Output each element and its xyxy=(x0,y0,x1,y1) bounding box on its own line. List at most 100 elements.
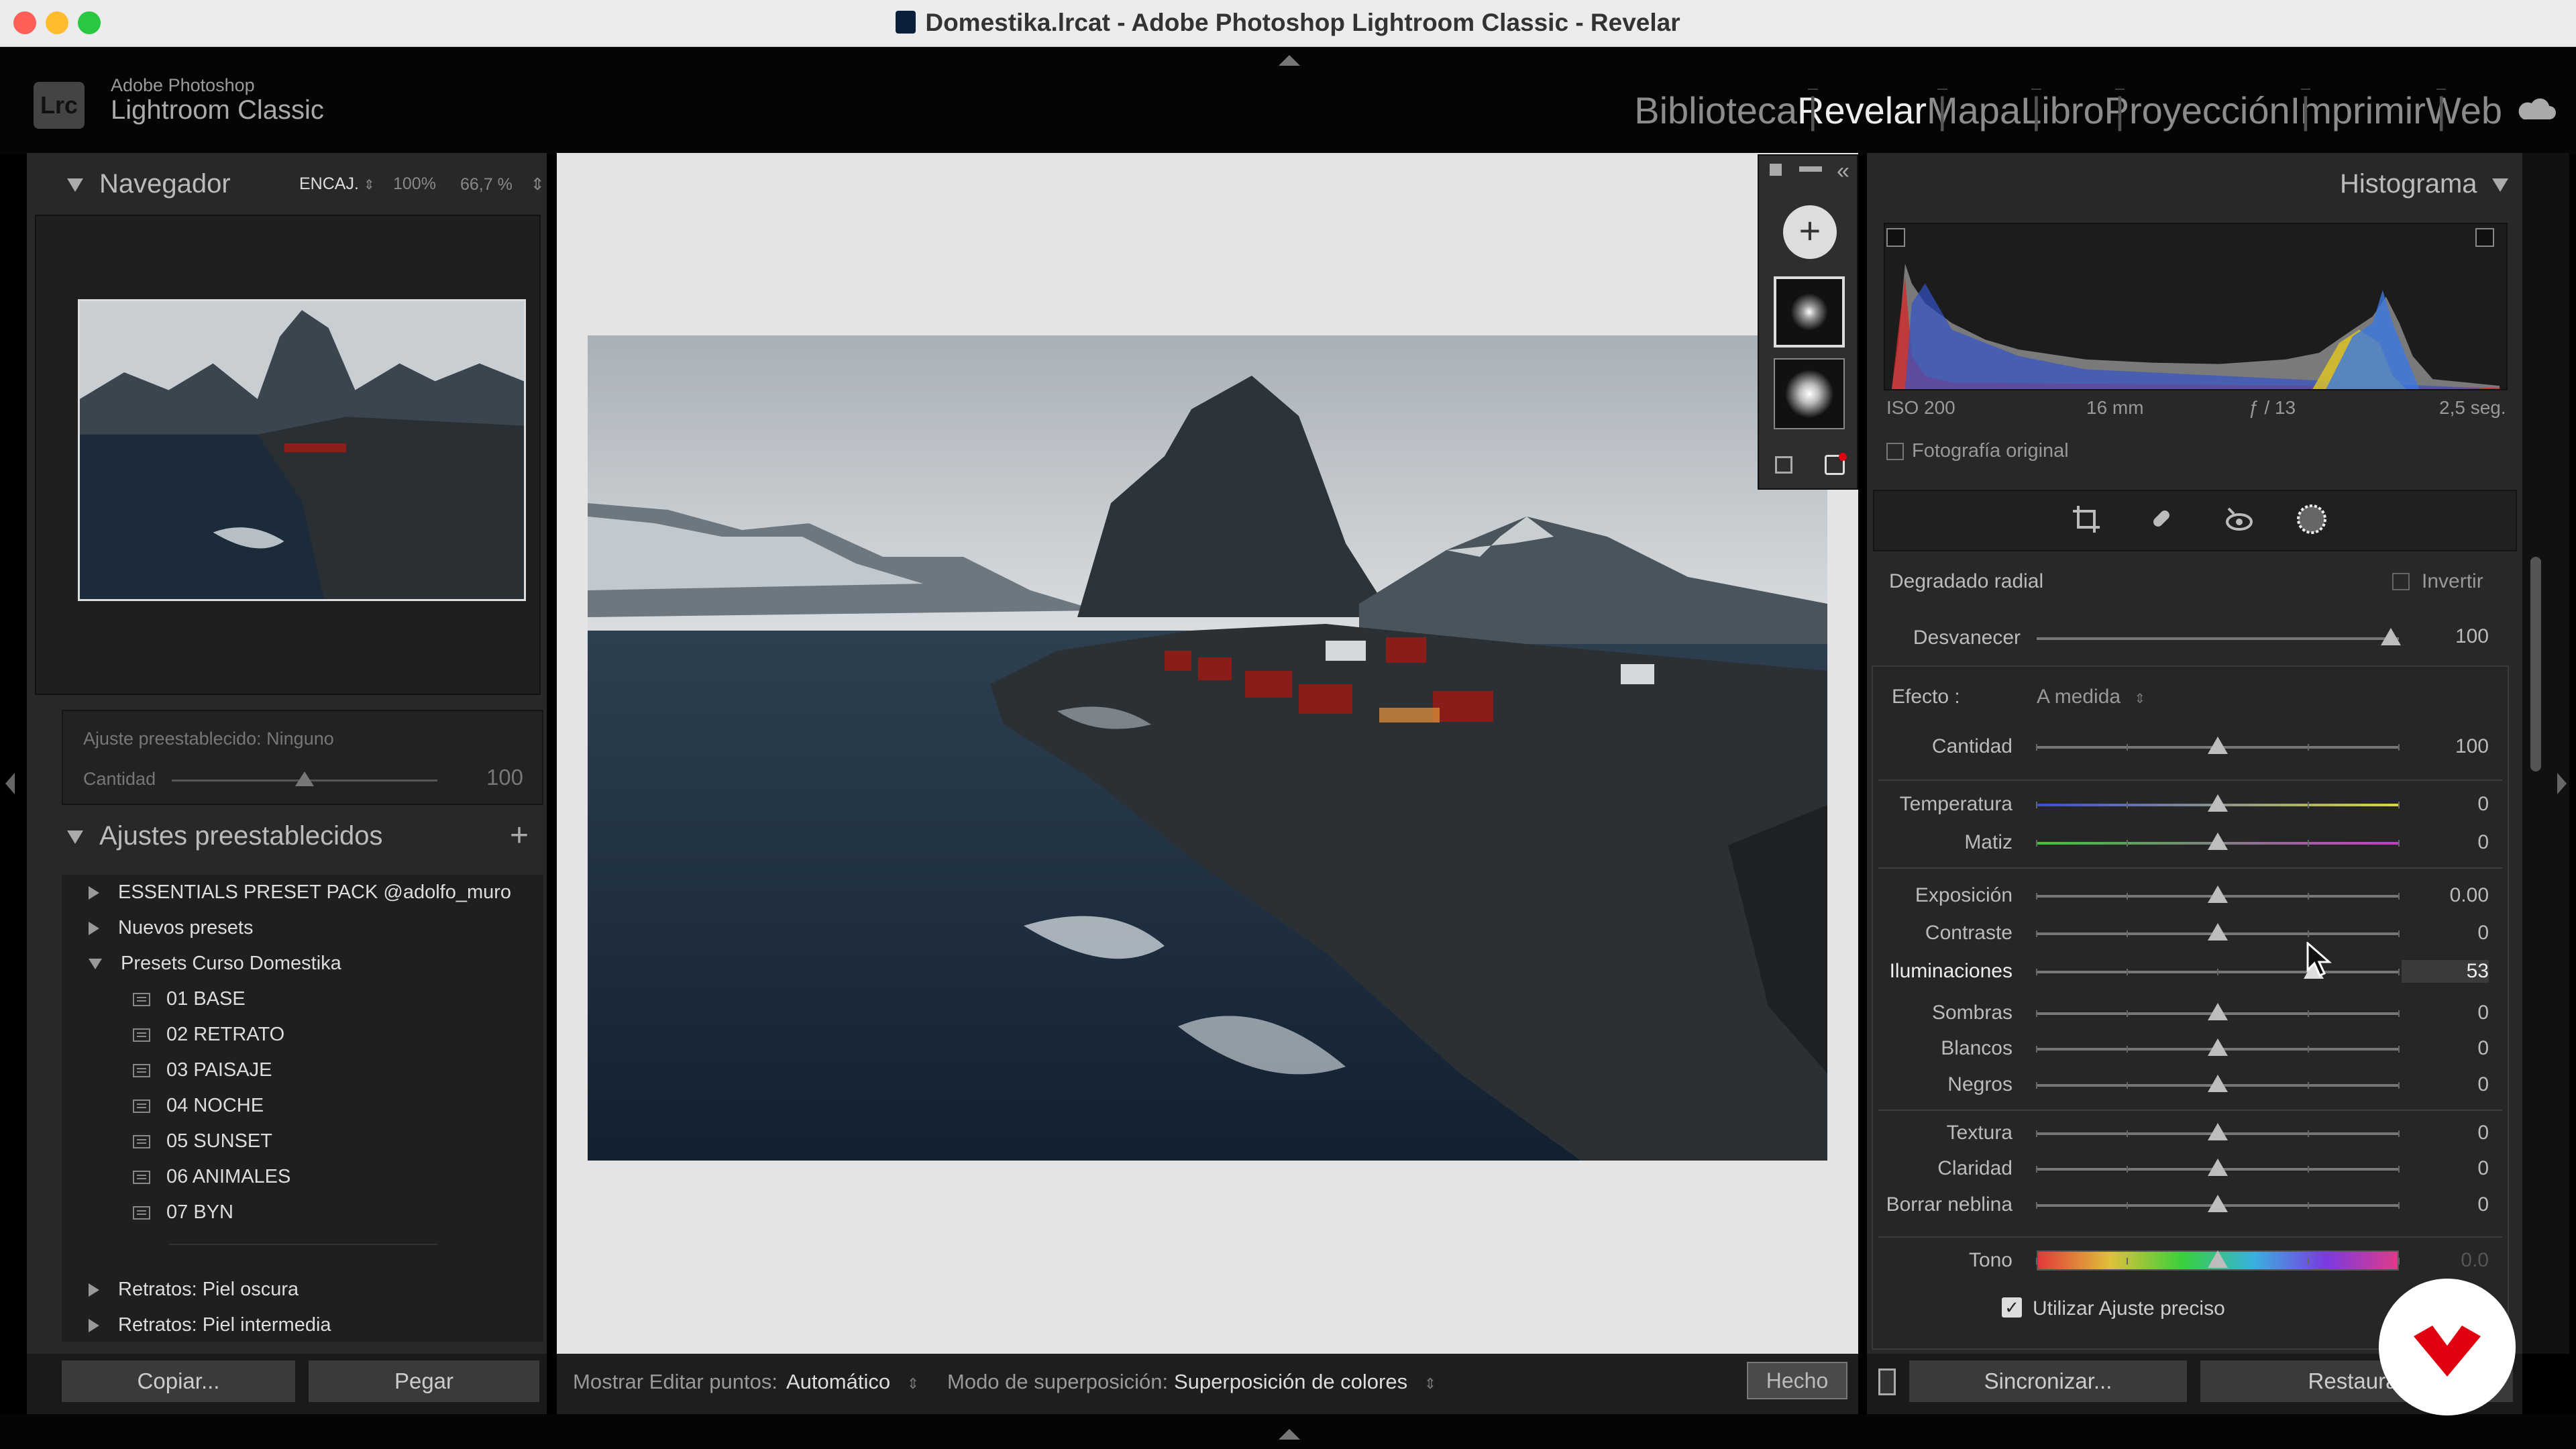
zoom-100[interactable]: 100% xyxy=(393,174,436,194)
slider-tick xyxy=(2217,969,2218,975)
preset-item[interactable]: 02 RETRATO xyxy=(62,1017,543,1053)
slider-thumb[interactable] xyxy=(2208,833,2228,850)
slider-tick xyxy=(2127,1166,2128,1173)
slider-tick xyxy=(2036,840,2037,847)
slider-value[interactable]: 0 xyxy=(2402,1122,2489,1144)
effect-preset-select[interactable]: A medida ⇕ xyxy=(2037,686,2145,708)
photo[interactable] xyxy=(588,335,1827,1161)
preset-item[interactable]: 04 NOCHE xyxy=(62,1088,543,1124)
slider-value[interactable]: 0 xyxy=(2402,1193,2489,1216)
slider-value[interactable]: 0 xyxy=(2402,1037,2489,1060)
slider-tick xyxy=(2036,744,2037,751)
preset-group-piel-oscura[interactable]: Retratos: Piel oscura xyxy=(62,1272,543,1307)
slider-tick xyxy=(2398,1166,2400,1173)
highlight-clipping-icon[interactable] xyxy=(2475,228,2494,247)
slider-value[interactable]: 0.00 xyxy=(2402,884,2489,907)
slider-tick xyxy=(2308,1202,2309,1209)
preset-group-essentials[interactable]: ESSENTIALS PRESET PACK @adolfo_muro xyxy=(62,875,543,910)
slider-value[interactable]: 0.0 xyxy=(2402,1249,2489,1272)
masking-icon[interactable] xyxy=(2296,503,2328,535)
overlay-mode-select[interactable]: Superposición de colores ⇕ xyxy=(1174,1370,1436,1394)
expand-filmstrip-icon[interactable] xyxy=(1279,1429,1300,1440)
presets-header[interactable]: Ajustes preestablecidos xyxy=(67,821,382,851)
disclosure-triangle-icon xyxy=(67,178,83,193)
slider-thumb[interactable] xyxy=(2208,794,2228,812)
preset-item[interactable]: 03 PAISAJE xyxy=(62,1053,543,1088)
slider-thumb[interactable] xyxy=(2208,1159,2228,1176)
window-titlebar: Domestika.lrcat - Adobe Photoshop Lightr… xyxy=(0,0,2576,47)
adjustment-amount-thumb[interactable] xyxy=(295,771,314,786)
module-biblioteca[interactable]: Biblioteca xyxy=(1634,89,1797,131)
slider-thumb[interactable] xyxy=(2208,1195,2228,1212)
preset-group-domestika[interactable]: Presets Curso Domestika xyxy=(62,946,543,981)
red-eye-icon[interactable] xyxy=(2224,504,2254,534)
healing-icon[interactable] xyxy=(2147,504,2176,534)
navigator-thumbnail[interactable] xyxy=(78,299,526,601)
original-photo-checkbox[interactable] xyxy=(1886,443,1904,460)
shadow-clipping-icon[interactable] xyxy=(1886,228,1905,247)
slider-thumb[interactable] xyxy=(2208,1075,2228,1092)
preset-icon xyxy=(133,1064,150,1077)
mask-thumbnail[interactable] xyxy=(1774,358,1845,429)
invert-checkbox[interactable] xyxy=(2392,573,2410,590)
histogram-header[interactable]: Histograma xyxy=(2340,169,2508,199)
mask-panel-collapse-icon[interactable]: « xyxy=(1837,158,1849,184)
mask-panel-grip-icon[interactable] xyxy=(1770,164,1782,176)
show-overlay-checkbox[interactable] xyxy=(1775,456,1792,474)
copy-button[interactable]: Copiar... xyxy=(60,1359,297,1403)
slider-value[interactable]: 0 xyxy=(2402,1073,2489,1096)
slider-thumb[interactable] xyxy=(2208,737,2228,754)
overlay-color-icon[interactable] xyxy=(1825,453,1847,475)
slider-value[interactable]: 0 xyxy=(2402,831,2489,854)
auto-sync-toggle[interactable] xyxy=(1878,1368,1896,1395)
slider-value[interactable]: 53 xyxy=(2402,960,2489,983)
preset-item[interactable]: 05 SUNSET xyxy=(62,1124,543,1159)
slider-value[interactable]: 0 xyxy=(2402,1002,2489,1024)
zoom-fit[interactable]: ENCAJ. ⇕ xyxy=(299,174,375,194)
paste-button[interactable]: Pegar xyxy=(307,1359,541,1403)
module-imprimir[interactable]: Imprimir xyxy=(2290,89,2426,131)
collapse-right-panel-icon[interactable] xyxy=(2557,773,2567,794)
add-mask-icon[interactable]: + xyxy=(1783,205,1837,259)
slider-tick xyxy=(2398,1130,2400,1137)
slider-thumb[interactable] xyxy=(2208,923,2228,941)
feather-thumb[interactable] xyxy=(2381,628,2401,645)
add-preset-icon[interactable]: + xyxy=(510,817,529,854)
invert-label: Invertir xyxy=(2422,570,2483,592)
adjustment-amount-label: Cantidad xyxy=(83,769,156,789)
overlay-mode-value: Superposición de colores xyxy=(1174,1370,1408,1393)
module-proyeccion[interactable]: Proyección xyxy=(2104,89,2290,131)
slider-value[interactable]: 0 xyxy=(2402,793,2489,816)
show-edit-pins-select[interactable]: Automático ⇕ xyxy=(786,1370,919,1394)
slider-thumb[interactable] xyxy=(2208,1003,2228,1020)
histogram[interactable] xyxy=(1884,223,2508,390)
right-scrollbar[interactable] xyxy=(2530,557,2541,771)
preset-item[interactable]: 06 ANIMALES xyxy=(62,1159,543,1195)
slider-value[interactable]: 0 xyxy=(2402,1157,2489,1180)
divider xyxy=(169,1244,437,1245)
brand-line1: Adobe Photoshop xyxy=(111,75,255,95)
zoom-custom[interactable]: 66,7 % ⇕ xyxy=(460,174,545,195)
sync-button[interactable]: Sincronizar... xyxy=(1908,1359,2188,1403)
slider-value[interactable]: 100 xyxy=(2402,735,2489,758)
slider-thumb[interactable] xyxy=(2208,1123,2228,1140)
feather-track[interactable] xyxy=(2037,637,2399,640)
crop-icon[interactable] xyxy=(2072,504,2101,534)
navigator-header[interactable]: Navegador xyxy=(67,169,231,199)
slider-thumb[interactable] xyxy=(2208,1250,2228,1268)
preset-group-piel-intermedia[interactable]: Retratos: Piel intermedia xyxy=(62,1307,543,1343)
collapse-top-panel-icon[interactable] xyxy=(1279,55,1300,66)
collapse-left-panel-icon[interactable] xyxy=(5,773,15,794)
slider-thumb[interactable] xyxy=(2208,1038,2228,1056)
done-button[interactable]: Hecho xyxy=(1747,1362,1847,1399)
preset-item[interactable]: 07 BYN xyxy=(62,1195,543,1230)
slider-label: Contraste xyxy=(1925,922,2012,944)
fine-adjust-checkbox[interactable]: ✓ xyxy=(2002,1297,2022,1318)
cloud-icon[interactable] xyxy=(2516,97,2556,121)
preset-group-nuevos[interactable]: Nuevos presets xyxy=(62,910,543,946)
mask-panel-minimize-icon[interactable] xyxy=(1799,166,1822,172)
preset-item[interactable]: 01 BASE xyxy=(62,981,543,1017)
mask-thumbnail-selected[interactable] xyxy=(1774,276,1845,347)
slider-thumb[interactable] xyxy=(2208,885,2228,903)
slider-value[interactable]: 0 xyxy=(2402,922,2489,945)
